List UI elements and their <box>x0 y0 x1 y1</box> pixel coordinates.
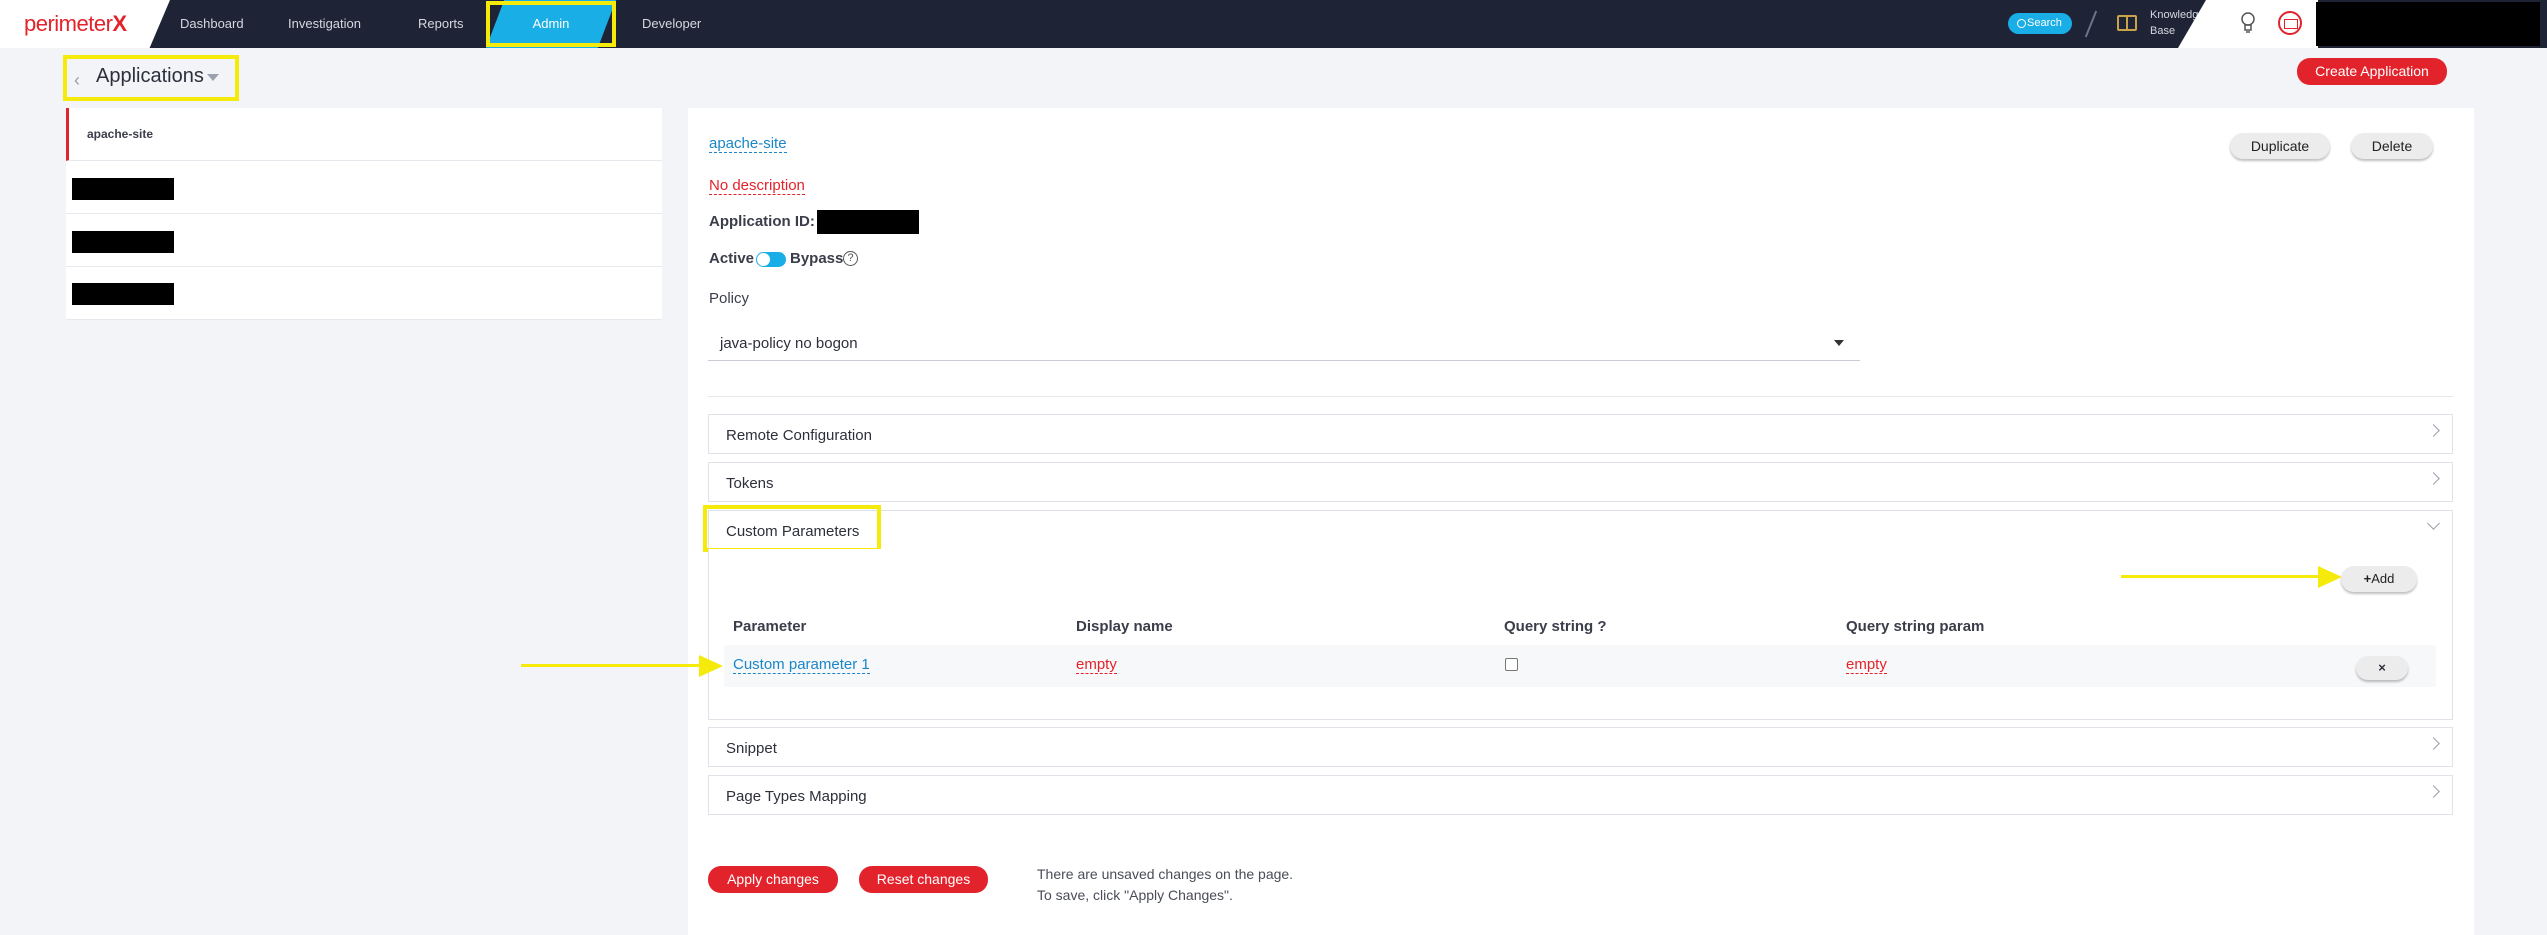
custom-parameters-section[interactable]: Custom Parameters <box>708 510 2453 550</box>
unsaved-changes-notice: There are unsaved changes on the page. T… <box>1037 864 1293 906</box>
add-label: Add <box>2371 571 2395 586</box>
apply-changes-button[interactable]: Apply changes <box>708 866 838 893</box>
app-name-editable[interactable]: apache-site <box>709 135 787 153</box>
redacted-app-name <box>72 231 174 253</box>
chevron-right-icon <box>2427 424 2440 437</box>
nav-dashboard[interactable]: Dashboard <box>180 0 244 48</box>
create-application-button[interactable]: Create Application <box>2297 58 2447 85</box>
bypass-label: Bypass <box>790 250 844 267</box>
tokens-section[interactable]: Tokens <box>708 462 2453 502</box>
logo-mark: X <box>112 11 127 36</box>
nav-reports[interactable]: Reports <box>418 0 464 48</box>
column-header-query-string-param: Query string param <box>1846 618 1985 635</box>
reset-changes-button[interactable]: Reset changes <box>859 866 988 893</box>
list-item[interactable]: apache-site <box>66 108 662 161</box>
annotation-arrow-parameter <box>521 664 701 667</box>
caret-down-icon <box>1834 340 1844 346</box>
logo-text: perimeter <box>24 11 113 36</box>
notifications-icon[interactable] <box>2278 11 2302 35</box>
lightbulb-icon[interactable] <box>2240 12 2256 34</box>
chevron-right-icon <box>2427 472 2440 485</box>
display-name-editable[interactable]: empty <box>1076 656 1117 674</box>
policy-select[interactable]: java-policy no bogon <box>708 323 1860 361</box>
section-divider <box>708 396 2453 397</box>
list-item[interactable] <box>66 161 662 214</box>
query-param-editable[interactable]: empty <box>1846 656 1887 674</box>
delete-button[interactable]: Delete <box>2351 133 2433 159</box>
nav-developer[interactable]: Developer <box>642 0 701 48</box>
list-item[interactable] <box>66 214 662 267</box>
notice-line1: There are unsaved changes on the page. <box>1037 866 1294 882</box>
book-icon[interactable] <box>2117 15 2137 31</box>
column-header-parameter: Parameter <box>733 618 807 635</box>
search-icon <box>2017 19 2026 28</box>
redacted-user-area <box>2316 2 2540 46</box>
add-parameter-button[interactable]: +Add <box>2341 566 2417 592</box>
redacted-app-id <box>817 210 919 234</box>
page-types-mapping-section[interactable]: Page Types Mapping <box>708 775 2453 815</box>
redacted-app-name <box>72 178 174 200</box>
remote-configuration-section[interactable]: Remote Configuration <box>708 414 2453 454</box>
description-editable[interactable]: No description <box>709 177 805 195</box>
logo-area: perimeterX <box>0 0 170 48</box>
list-item[interactable] <box>66 267 662 320</box>
back-chevron-icon[interactable]: ‹ <box>74 70 80 91</box>
chevron-right-icon <box>2427 737 2440 750</box>
redacted-app-name <box>72 283 174 305</box>
help-icon[interactable]: ? <box>843 251 858 266</box>
chevron-down-icon[interactable] <box>207 74 219 81</box>
section-label: Tokens <box>726 475 774 492</box>
application-list: apache-site <box>66 108 662 320</box>
page-title: Applications <box>96 65 204 87</box>
application-id-label: Application ID: <box>709 213 815 230</box>
search-label: Search <box>2027 17 2062 29</box>
parameter-name-editable[interactable]: Custom parameter 1 <box>733 656 870 674</box>
snippet-section[interactable]: Snippet <box>708 727 2453 767</box>
section-label: Remote Configuration <box>726 427 872 444</box>
remove-parameter-button[interactable]: × <box>2356 656 2408 680</box>
section-label: Snippet <box>726 740 777 757</box>
top-navigation: perimeterX Dashboard Investigation Repor… <box>0 0 2547 48</box>
column-header-query-string: Query string ? <box>1504 618 1607 635</box>
app-name: apache-site <box>87 127 154 141</box>
notice-line2: To save, click "Apply Changes". <box>1037 887 1233 903</box>
query-string-checkbox[interactable] <box>1505 658 1518 671</box>
policy-value: java-policy no bogon <box>720 335 858 352</box>
section-label: Page Types Mapping <box>726 788 867 805</box>
nav-investigation[interactable]: Investigation <box>288 0 361 48</box>
nav-divider <box>2084 10 2098 38</box>
policy-label: Policy <box>709 290 750 307</box>
chevron-right-icon <box>2427 785 2440 798</box>
logo[interactable]: perimeterX <box>24 11 127 37</box>
search-button[interactable]: Search <box>2008 13 2072 34</box>
section-label: Custom Parameters <box>726 523 860 540</box>
chevron-down-icon <box>2427 517 2440 530</box>
active-bypass-toggle[interactable] <box>756 252 786 267</box>
annotation-arrow-add <box>2121 575 2321 578</box>
table-row <box>724 645 2436 687</box>
active-label: Active <box>709 250 755 267</box>
annotation-arrowhead-parameter <box>699 655 723 677</box>
column-header-display-name: Display name <box>1076 618 1173 635</box>
nav-admin[interactable]: Admin <box>486 0 616 48</box>
annotation-arrowhead-add <box>2318 566 2342 588</box>
duplicate-button[interactable]: Duplicate <box>2230 133 2330 159</box>
